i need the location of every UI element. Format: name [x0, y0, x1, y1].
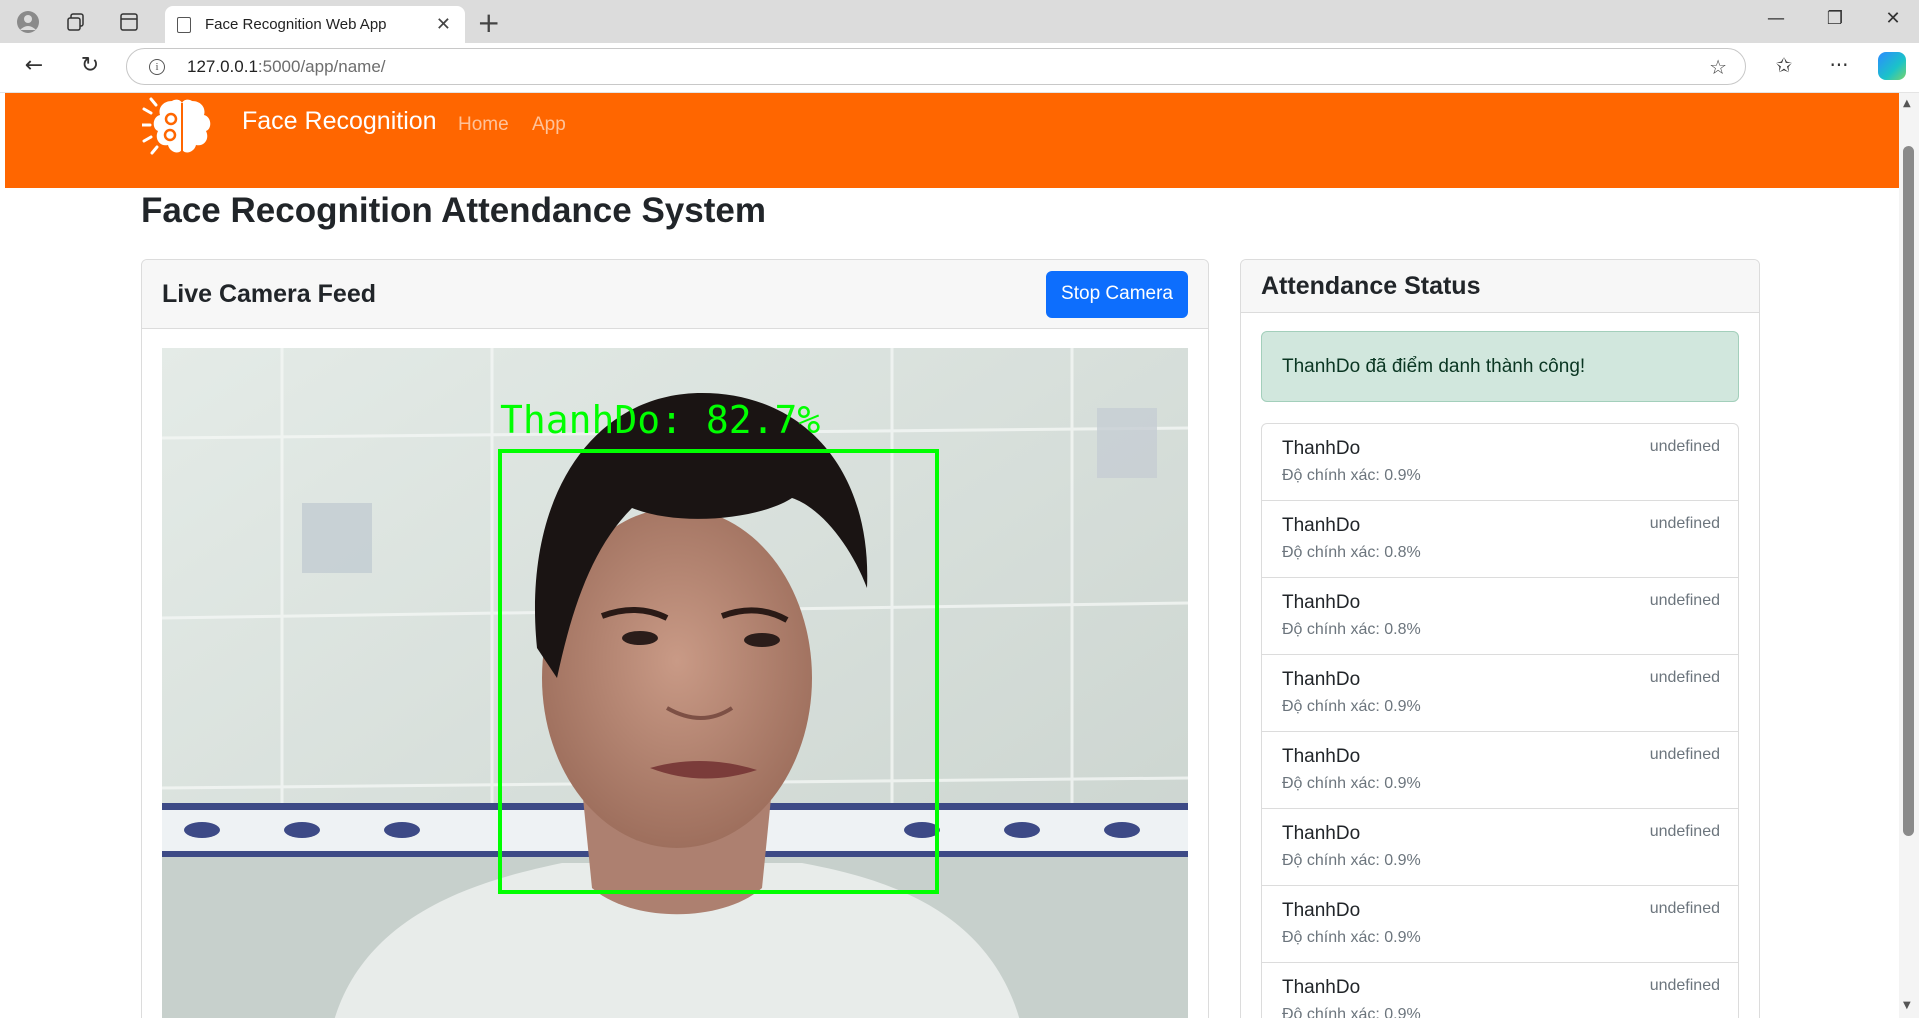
- list-item[interactable]: ThanhDo undefined Độ chính xác: 0.9%: [1262, 963, 1738, 1018]
- copilot-icon[interactable]: [1878, 52, 1906, 80]
- camera-feed: ThanhDo: 82.7%: [162, 348, 1188, 1018]
- success-alert: ThanhDo đã điểm danh thành công!: [1261, 331, 1739, 402]
- page-viewport: Face Recognition Home App Face Recogniti…: [5, 93, 1899, 1018]
- browser-tab-bar: Face Recognition Web App ✕ + — ❐ ✕: [0, 0, 1919, 43]
- list-item[interactable]: ThanhDo undefined Độ chính xác: 0.9%: [1262, 655, 1738, 732]
- restore-icon[interactable]: ❐: [1815, 8, 1855, 29]
- record-accuracy: Độ chính xác: 0.9%: [1282, 1006, 1421, 1018]
- record-time: undefined: [1649, 746, 1720, 763]
- active-tab[interactable]: Face Recognition Web App ✕: [165, 6, 465, 43]
- new-tab-icon[interactable]: +: [477, 6, 500, 39]
- record-time: undefined: [1649, 515, 1720, 532]
- record-name: ThanhDo: [1282, 823, 1361, 844]
- list-item[interactable]: ThanhDo undefined Độ chính xác: 0.8%: [1262, 578, 1738, 655]
- record-time: undefined: [1649, 438, 1720, 455]
- record-accuracy: Độ chính xác: 0.9%: [1282, 929, 1421, 946]
- list-item[interactable]: ThanhDo undefined Độ chính xác: 0.9%: [1262, 424, 1738, 501]
- minimize-icon[interactable]: —: [1756, 8, 1796, 29]
- record-accuracy: Độ chính xác: 0.9%: [1282, 852, 1421, 869]
- record-accuracy: Độ chính xác: 0.9%: [1282, 698, 1421, 715]
- profile-icon[interactable]: [14, 9, 42, 35]
- record-name: ThanhDo: [1282, 438, 1361, 459]
- address-toolbar: ← ↻ i 127.0.0.1:5000/app/name/ ☆ ✩ ···: [0, 43, 1919, 93]
- attendance-card-title: Attendance Status: [1261, 271, 1481, 300]
- nav-link-home[interactable]: Home: [458, 114, 509, 136]
- site-info-icon[interactable]: i: [149, 58, 165, 75]
- record-time: undefined: [1649, 823, 1720, 840]
- favorites-icon[interactable]: ✩: [1766, 53, 1802, 77]
- record-time: undefined: [1649, 592, 1720, 609]
- record-time: undefined: [1649, 669, 1720, 686]
- url-text[interactable]: 127.0.0.1:5000/app/name/: [187, 57, 1709, 77]
- record-name: ThanhDo: [1282, 977, 1361, 998]
- list-item[interactable]: ThanhDo undefined Độ chính xác: 0.8%: [1262, 501, 1738, 578]
- record-accuracy: Độ chính xác: 0.8%: [1282, 544, 1421, 561]
- brain-logo-icon[interactable]: [142, 95, 224, 161]
- close-window-icon[interactable]: ✕: [1873, 8, 1913, 29]
- more-menu-icon[interactable]: ···: [1821, 53, 1857, 77]
- favorite-star-icon[interactable]: ☆: [1709, 55, 1727, 79]
- navbar: Face Recognition Home App: [5, 93, 1899, 188]
- back-icon[interactable]: ←: [16, 53, 52, 78]
- close-tab-icon[interactable]: ✕: [436, 14, 451, 35]
- nav-link-app[interactable]: App: [532, 114, 566, 136]
- list-item[interactable]: ThanhDo undefined Độ chính xác: 0.9%: [1262, 809, 1738, 886]
- scrollbar-thumb[interactable]: [1903, 146, 1914, 836]
- record-name: ThanhDo: [1282, 746, 1361, 767]
- page-title: Face Recognition Attendance System: [141, 191, 766, 230]
- attendance-card-header: Attendance Status: [1241, 260, 1759, 313]
- list-item[interactable]: ThanhDo undefined Độ chính xác: 0.9%: [1262, 886, 1738, 963]
- list-item[interactable]: ThanhDo undefined Độ chính xác: 0.9%: [1262, 732, 1738, 809]
- detection-label: ThanhDo: 82.7%: [500, 398, 820, 442]
- camera-card-title: Live Camera Feed: [162, 279, 376, 308]
- attendance-list: ThanhDo undefined Độ chính xác: 0.9% Tha…: [1261, 423, 1739, 1018]
- record-time: undefined: [1649, 977, 1720, 994]
- record-accuracy: Độ chính xác: 0.8%: [1282, 621, 1421, 638]
- record-time: undefined: [1649, 900, 1720, 917]
- attendance-card: Attendance Status ThanhDo đã điểm danh t…: [1240, 259, 1760, 1018]
- stop-camera-button[interactable]: Stop Camera: [1046, 270, 1188, 318]
- record-accuracy: Độ chính xác: 0.9%: [1282, 775, 1421, 792]
- workspaces-icon[interactable]: [62, 9, 90, 35]
- brand-name[interactable]: Face Recognition: [242, 107, 437, 136]
- scroll-down-icon[interactable]: ▼: [1903, 1000, 1911, 1011]
- tab-title: Face Recognition Web App: [205, 16, 387, 33]
- scroll-up-icon[interactable]: ▲: [1903, 98, 1911, 109]
- page-favicon-icon: [177, 16, 191, 33]
- record-name: ThanhDo: [1282, 669, 1361, 690]
- record-name: ThanhDo: [1282, 515, 1361, 536]
- record-name: ThanhDo: [1282, 900, 1361, 921]
- record-name: ThanhDo: [1282, 592, 1361, 613]
- camera-card-header: Live Camera Feed Stop Camera: [142, 260, 1208, 329]
- vertical-tabs-icon[interactable]: [115, 9, 143, 35]
- record-accuracy: Độ chính xác: 0.9%: [1282, 467, 1421, 484]
- refresh-icon[interactable]: ↻: [72, 53, 108, 78]
- camera-card: Live Camera Feed Stop Camera ThanhDo: 82…: [141, 259, 1209, 1018]
- address-bar[interactable]: i 127.0.0.1:5000/app/name/ ☆: [126, 48, 1746, 85]
